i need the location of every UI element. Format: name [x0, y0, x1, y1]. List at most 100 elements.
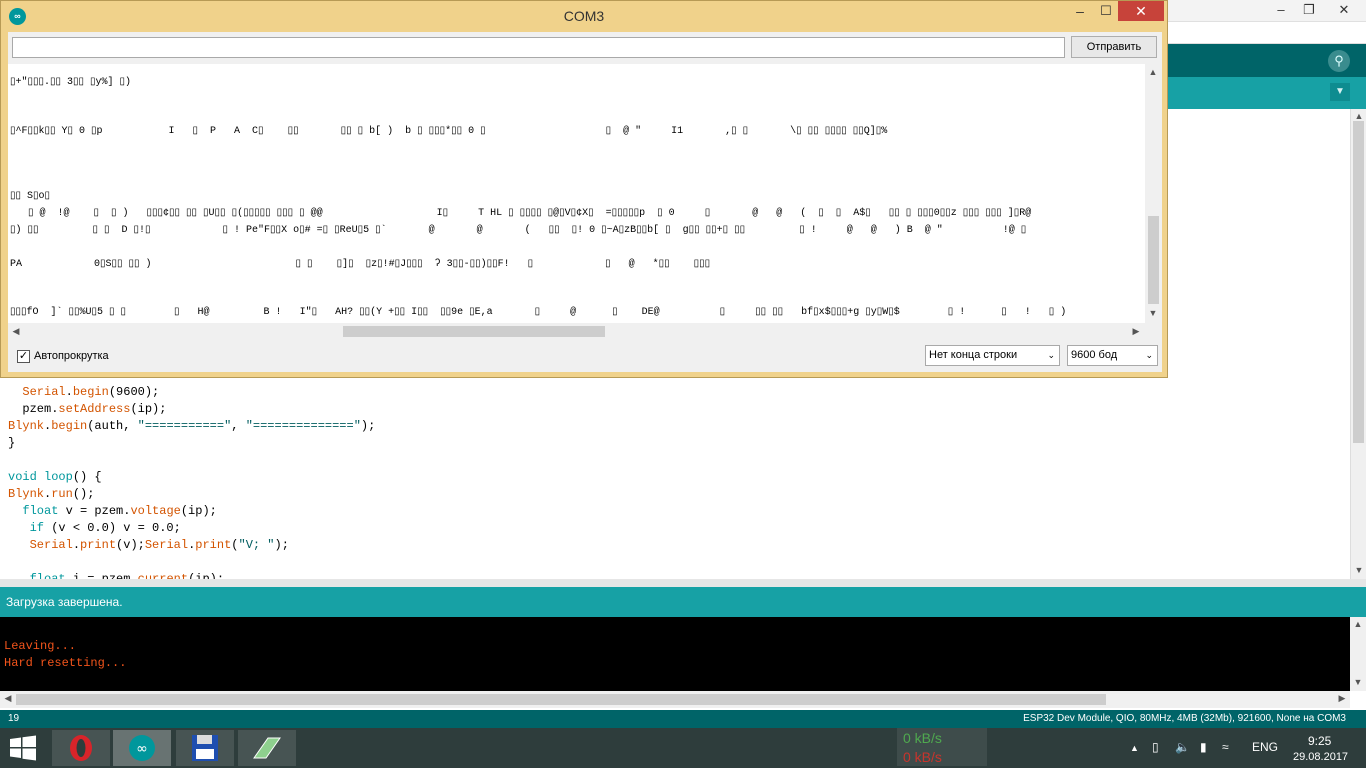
code-token: run [51, 487, 73, 501]
console-output: Leaving... Hard resetting... [0, 617, 1350, 691]
code-token: float [29, 572, 66, 579]
code-token: Blynk [8, 419, 45, 433]
baud-rate-value: 9600 бод [1071, 349, 1118, 361]
taskbar: ∞ 0 kB/s 0 kB/s ▲ ▯ 🔈 ▮ ≈ ENG 9:25 29.08… [0, 728, 1366, 768]
code-token: (); [72, 487, 95, 501]
output-hscroll-thumb[interactable] [343, 326, 605, 337]
console-horizontal-scrollbar[interactable]: ◀ ▶ [0, 691, 1350, 708]
autoscroll-label: Автопрокрутка [34, 350, 109, 362]
send-input[interactable] [12, 37, 1065, 58]
serial-monitor-titlebar[interactable]: ∞ COM3 – ☐ ✕ [1, 1, 1167, 31]
close-icon[interactable]: ✕ [1118, 1, 1164, 21]
code-token: i = pzem. [65, 572, 138, 579]
code-token: loop [44, 470, 73, 484]
ide-minimize-icon[interactable]: – [1266, 0, 1296, 22]
checkmark-icon: ✓ [18, 350, 29, 362]
autoscroll-checkbox[interactable]: ✓ [17, 350, 30, 363]
scroll-left-icon[interactable]: ◀ [8, 326, 24, 337]
output-line: ▯▯▯fO ]` ▯▯%U▯5 ▯ ▯ ▯ H@ B ! I"▯ AH? ▯▯(… [10, 307, 1067, 318]
send-button[interactable]: Отправить [1071, 36, 1157, 58]
status-bar: Загрузка завершена. [0, 587, 1366, 617]
scroll-right-icon[interactable]: ▶ [1128, 326, 1144, 337]
ide-toolbar: ⚲ [1168, 44, 1366, 77]
code-line: Blynk.begin(auth, "===========", "======… [8, 418, 375, 435]
scroll-down-icon[interactable]: ▼ [1350, 677, 1366, 687]
maximize-icon[interactable]: ☐ [1093, 3, 1119, 23]
floppy-disk-icon [192, 735, 218, 761]
scroll-up-icon[interactable]: ▲ [1350, 619, 1366, 629]
code-token: () { [72, 470, 102, 484]
output-scroll-thumb[interactable] [1148, 216, 1159, 304]
ide-menubar [1168, 22, 1366, 44]
ide-close-icon[interactable]: ✕ [1324, 0, 1364, 22]
tab-menu-chevron-down-icon[interactable]: ▼ [1330, 83, 1350, 101]
eraser-icon [253, 737, 281, 759]
signal-icon[interactable]: ▮ [1200, 740, 1207, 754]
network-speed-meter: 0 kB/s 0 kB/s [897, 728, 987, 766]
ide-restore-icon[interactable]: ❐ [1296, 0, 1322, 22]
output-line: PA 0▯S▯▯ ▯▯ ) ▯ ▯ ▯]▯ ▯z▯!#▯J▯▯▯ ʔ 3▯▯-▯… [10, 259, 711, 270]
ide-titlebar: – ❐ ✕ [1168, 0, 1366, 22]
serial-monitor-client: Отправить ▯+"▯▯▯.▯▯ 3▯▯ ▯y%] ▯) ▯^F▯▯k▯▯… [8, 32, 1162, 372]
code-token: voltage [130, 504, 181, 518]
code-token: ( [231, 538, 239, 552]
scroll-left-icon[interactable]: ◀ [0, 693, 16, 704]
code-token: if [29, 521, 45, 535]
chevron-down-icon: ⌄ [1145, 350, 1153, 360]
network-icon[interactable]: ≈ [1222, 740, 1229, 754]
code-line: float i = pzem.current(ip); [8, 571, 224, 579]
console-line: Hard resetting... [4, 656, 127, 670]
console-line: Leaving... [4, 639, 77, 653]
net-upload-speed: 0 kB/s [903, 730, 942, 746]
clock-time[interactable]: 9:25 [1308, 734, 1331, 748]
tray-expand-icon[interactable]: ▲ [1130, 743, 1139, 753]
code-token: "===========" [137, 419, 232, 433]
code-token: "==============" [245, 419, 361, 433]
minimize-icon[interactable]: – [1067, 3, 1093, 23]
output-vertical-scrollbar[interactable]: ▲ ▼ [1145, 64, 1162, 323]
scroll-up-icon[interactable]: ▲ [1145, 67, 1161, 77]
ide-tab-bar: ▼ [1168, 77, 1366, 109]
code-token: void [8, 470, 37, 484]
serial-output[interactable]: ▯+"▯▯▯.▯▯ 3▯▯ ▯y%] ▯) ▯^F▯▯k▯▯ Y▯ 0 ▯p I… [8, 64, 1145, 323]
code-token: "V; " [238, 538, 275, 552]
code-token: . [65, 385, 73, 399]
scroll-right-icon[interactable]: ▶ [1334, 693, 1350, 704]
console-scroll-thumb[interactable] [16, 694, 1106, 705]
code-token: , [231, 419, 246, 433]
code-token: Serial [29, 538, 73, 552]
code-token: print [195, 538, 232, 552]
console-vertical-scrollbar[interactable]: ▲ ▼ [1350, 617, 1366, 691]
editor-vertical-scrollbar[interactable]: ▲ ▼ [1350, 109, 1366, 579]
code-token: . [72, 538, 81, 552]
output-horizontal-scrollbar[interactable]: ◀ ▶ [8, 323, 1145, 340]
language-indicator[interactable]: ENG [1252, 740, 1278, 754]
device-icon[interactable]: ▯ [1152, 740, 1159, 754]
scroll-up-icon[interactable]: ▲ [1351, 111, 1366, 121]
taskbar-arduino[interactable]: ∞ [113, 730, 171, 766]
serial-monitor-icon[interactable]: ⚲ [1328, 50, 1350, 72]
taskbar-opera[interactable] [52, 730, 110, 766]
scroll-down-icon[interactable]: ▼ [1145, 308, 1161, 318]
status-message: Загрузка завершена. [6, 595, 123, 609]
window-title: COM3 [563, 8, 605, 24]
code-token: v = pzem. [58, 504, 131, 518]
output-line: ▯) ▯▯ ▯ ▯ D ▯!▯ ▯ ! Pe"F▯▯X o▯# =▯ ▯ReU▯… [10, 225, 1027, 236]
code-line: Blynk.run(); [8, 486, 94, 503]
scroll-down-icon[interactable]: ▼ [1351, 565, 1366, 575]
taskbar-eraser-app[interactable] [238, 730, 296, 766]
code-token: float [22, 504, 59, 518]
editor-scroll-thumb[interactable] [1353, 121, 1364, 443]
line-ending-select[interactable]: Нет конца строки ⌄ [925, 345, 1060, 366]
clock-date[interactable]: 29.08.2017 [1293, 751, 1348, 763]
editor-console-divider[interactable] [0, 579, 1366, 587]
windows-start-icon[interactable] [8, 735, 38, 761]
taskbar-save-app[interactable] [176, 730, 234, 766]
code-token: begin [72, 385, 109, 399]
volume-icon[interactable]: 🔈 [1175, 740, 1190, 754]
baud-rate-select[interactable]: 9600 бод ⌄ [1067, 345, 1158, 366]
